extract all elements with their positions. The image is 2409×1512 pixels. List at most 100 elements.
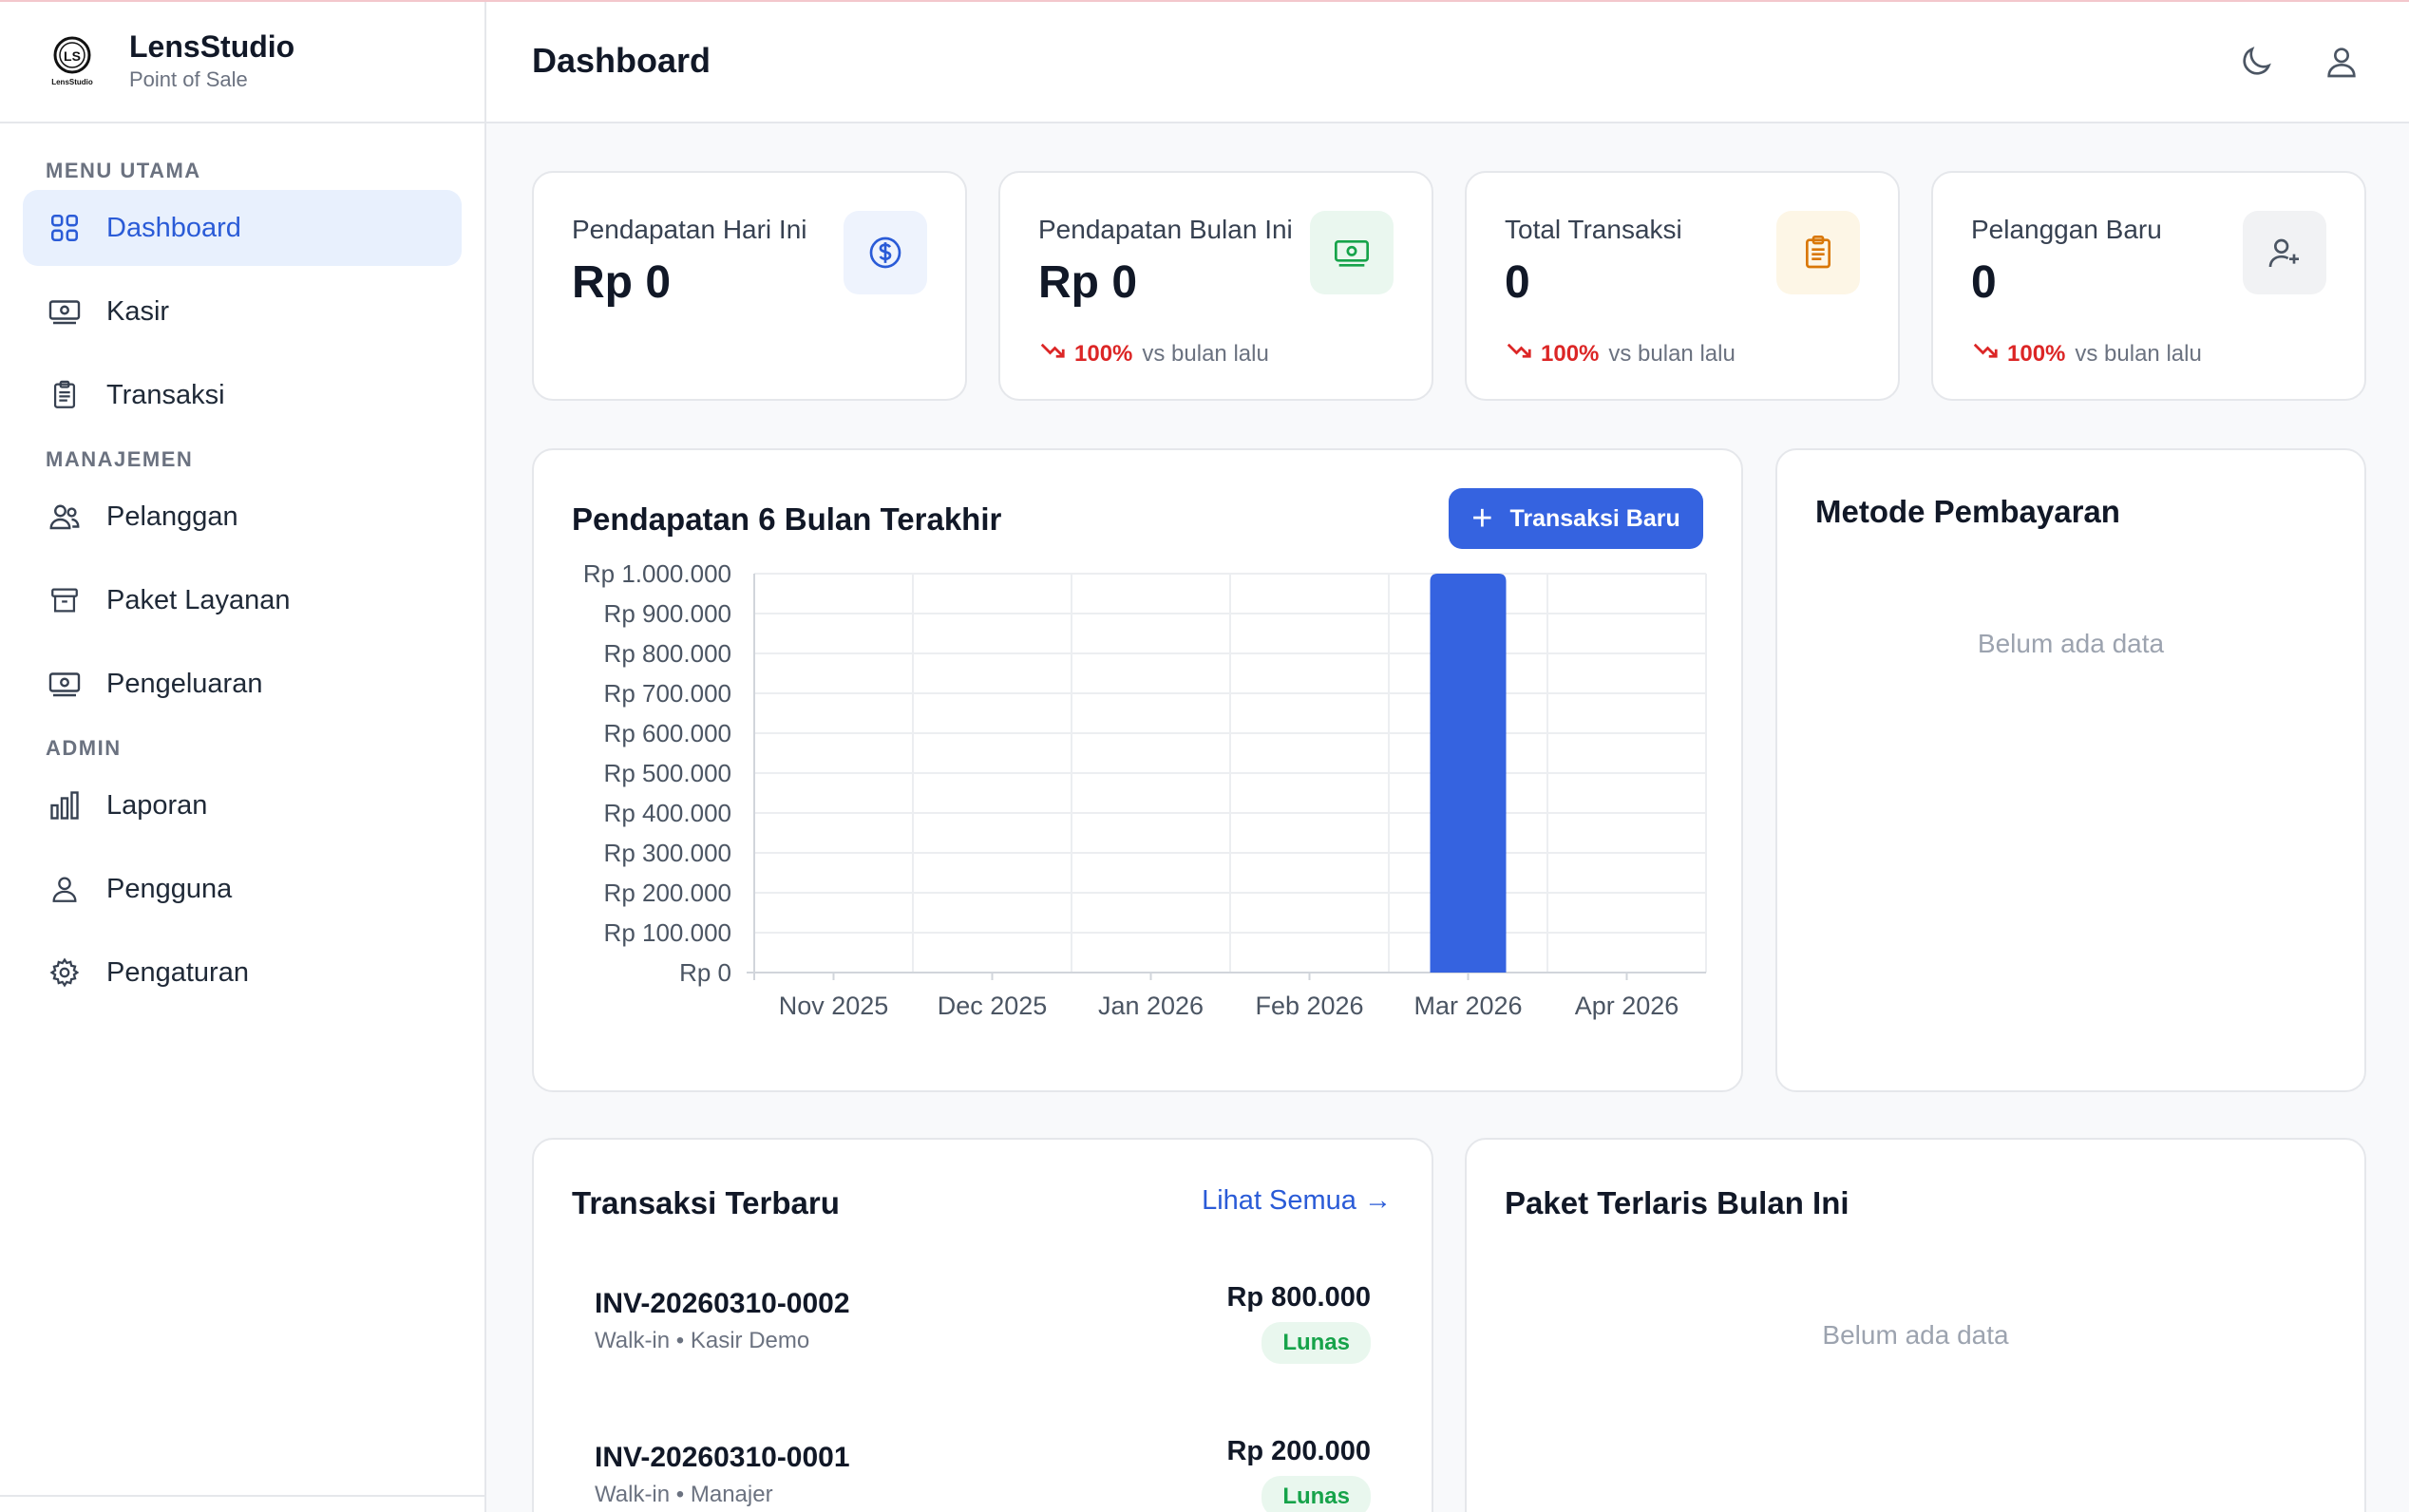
- transaction-amount: Rp 200.000: [1226, 1436, 1371, 1466]
- new-transaction-button[interactable]: + Transaksi Baru: [1449, 488, 1703, 549]
- y-tick-label: Rp 0: [679, 958, 731, 987]
- sidebar-item-label: Pengeluaran: [106, 668, 263, 699]
- transaction-subtitle: Walk-in • Manajer: [595, 1482, 773, 1507]
- sidebar-item-laporan[interactable]: Laporan: [23, 767, 462, 843]
- stat-card-pendapatan-hari-ini: Pendapatan Hari Ini Rp 0: [532, 171, 967, 401]
- sidebar-item-pengguna[interactable]: Pengguna: [23, 851, 462, 927]
- sidebar-item-label: Dashboard: [106, 212, 241, 243]
- top-packages-card: Paket Terlaris Bulan Ini Belum ada data: [1465, 1138, 2366, 1512]
- stat-value: 0: [1971, 257, 1997, 308]
- transaction-row[interactable]: INV-20260310-0002 Walk-in • Kasir Demo R…: [595, 1275, 1371, 1389]
- stat-value: Rp 0: [1038, 257, 1138, 308]
- y-tick-label: Rp 200.000: [604, 879, 731, 907]
- stat-change-percent: 100%: [2007, 340, 2066, 367]
- y-tick-label: Rp 300.000: [604, 839, 731, 867]
- sidebar-item-pengeluaran[interactable]: Pengeluaran: [23, 646, 462, 722]
- y-tick-label: Rp 500.000: [604, 759, 731, 787]
- bar-chart-icon: [46, 786, 84, 824]
- stat-change-text: vs bulan lalu: [2075, 340, 2202, 367]
- clipboard-icon: [1776, 211, 1860, 294]
- brand-title: LensStudio: [129, 29, 295, 64]
- cash-icon: [46, 665, 84, 703]
- stat-card-pendapatan-bulan-ini: Pendapatan Bulan Ini Rp 0 100% vs bulan …: [998, 171, 1433, 401]
- top-accent-line: [0, 0, 2409, 2]
- stat-change-text: vs bulan lalu: [1142, 340, 1269, 367]
- section-label-admin: ADMIN: [46, 736, 122, 760]
- card-title: Pendapatan 6 Bulan Terakhir: [572, 501, 1002, 537]
- stat-change: 100% vs bulan lalu: [1038, 336, 1269, 371]
- user-icon: [46, 870, 84, 908]
- page-title: Dashboard: [532, 41, 711, 80]
- user-icon[interactable]: [2322, 42, 2362, 82]
- stat-value: 0: [1505, 257, 1530, 308]
- chart-bar: [1430, 574, 1507, 973]
- card-title: Metode Pembayaran: [1815, 494, 2120, 529]
- logo-text: LS: [64, 48, 81, 64]
- gear-icon: [46, 954, 84, 992]
- grid-icon: [46, 209, 84, 247]
- dollar-icon: [844, 211, 927, 294]
- brand[interactable]: LS LensStudio LensStudio Point of Sale: [0, 0, 484, 123]
- transaction-row[interactable]: INV-20260310-0001 Walk-in • Manajer Rp 2…: [595, 1428, 1371, 1512]
- sidebar-item-label: Pengguna: [106, 873, 233, 904]
- stat-change-percent: 100%: [1074, 340, 1133, 367]
- stat-label: Pelanggan Baru: [1971, 215, 2162, 244]
- x-tick-label: Dec 2025: [938, 992, 1048, 1020]
- y-tick-label: Rp 700.000: [604, 679, 731, 708]
- x-tick-label: Nov 2025: [779, 992, 889, 1020]
- sidebar-item-label: Pengaturan: [106, 956, 249, 988]
- stat-label: Total Transaksi: [1505, 215, 1682, 244]
- stat-change-percent: 100%: [1541, 340, 1600, 367]
- sidebar-item-transaksi[interactable]: Transaksi: [23, 357, 462, 433]
- stat-card-total-transaksi: Total Transaksi 0 100% vs bulan lalu: [1465, 171, 1900, 401]
- sidebar-footer: [0, 1495, 484, 1512]
- card-title: Paket Terlaris Bulan Ini: [1505, 1185, 1849, 1220]
- transaction-invoice: INV-20260310-0002: [595, 1288, 850, 1319]
- payment-methods-card: Metode Pembayaran Belum ada data: [1775, 448, 2366, 1092]
- sidebar-item-label: Pelanggan: [106, 501, 238, 532]
- trend-down-icon: [1038, 336, 1067, 371]
- lensstudio-logo-icon: LS LensStudio: [44, 32, 101, 89]
- stat-value: Rp 0: [572, 257, 672, 308]
- top-header: Dashboard: [486, 0, 2409, 123]
- sidebar-item-label: Kasir: [106, 295, 170, 327]
- sidebar: LS LensStudio LensStudio Point of Sale M…: [0, 0, 486, 1512]
- sidebar-item-kasir[interactable]: Kasir: [23, 274, 462, 350]
- trend-down-icon: [1971, 336, 2000, 371]
- stat-change: 100% vs bulan lalu: [1505, 336, 1736, 371]
- user-plus-icon: [2243, 211, 2326, 294]
- clipboard-icon: [46, 376, 84, 414]
- y-tick-label: Rp 100.000: [604, 918, 731, 947]
- users-icon: [46, 498, 84, 536]
- y-tick-label: Rp 900.000: [604, 599, 731, 628]
- sidebar-nav: MENU UTAMA Dashboard Kasir Transaksi MAN…: [0, 123, 484, 1011]
- revenue-chart-card: Pendapatan 6 Bulan Terakhir + Transaksi …: [532, 448, 1743, 1092]
- trend-down-icon: [1505, 336, 1533, 371]
- sidebar-item-pengaturan[interactable]: Pengaturan: [23, 935, 462, 1011]
- moon-icon[interactable]: [2236, 42, 2276, 82]
- sidebar-item-label: Transaksi: [106, 379, 225, 410]
- transaction-amount: Rp 800.000: [1226, 1282, 1371, 1313]
- y-tick-label: Rp 400.000: [604, 799, 731, 827]
- stat-card-pelanggan-baru: Pelanggan Baru 0 100% vs bulan lalu: [1931, 171, 2366, 401]
- empty-state-text: Belum ada data: [1822, 1320, 2009, 1350]
- section-label-menu-utama: MENU UTAMA: [46, 159, 201, 182]
- sidebar-item-paket-layanan[interactable]: Paket Layanan: [23, 562, 462, 638]
- stat-change: 100% vs bulan lalu: [1971, 336, 2202, 371]
- brand-subtitle: Point of Sale: [129, 67, 248, 91]
- cash-icon: [46, 293, 84, 331]
- stat-change-text: vs bulan lalu: [1608, 340, 1736, 367]
- recent-transactions-card: Transaksi Terbaru Lihat Semua → INV-2026…: [532, 1138, 1433, 1512]
- sidebar-item-pelanggan[interactable]: Pelanggan: [23, 479, 462, 555]
- stat-label: Pendapatan Hari Ini: [572, 215, 807, 244]
- sidebar-item-label: Paket Layanan: [106, 584, 291, 615]
- archive-icon: [46, 581, 84, 619]
- view-all-link[interactable]: Lihat Semua →: [1202, 1185, 1392, 1217]
- y-tick-label: Rp 800.000: [604, 639, 731, 668]
- x-tick-label: Mar 2026: [1413, 992, 1522, 1020]
- y-tick-label: Rp 1.000.000: [583, 564, 731, 588]
- x-tick-label: Apr 2026: [1575, 992, 1679, 1020]
- sidebar-item-dashboard[interactable]: Dashboard: [23, 190, 462, 266]
- transaction-invoice: INV-20260310-0001: [595, 1442, 850, 1473]
- section-label-manajemen: MANAJEMEN: [46, 447, 194, 471]
